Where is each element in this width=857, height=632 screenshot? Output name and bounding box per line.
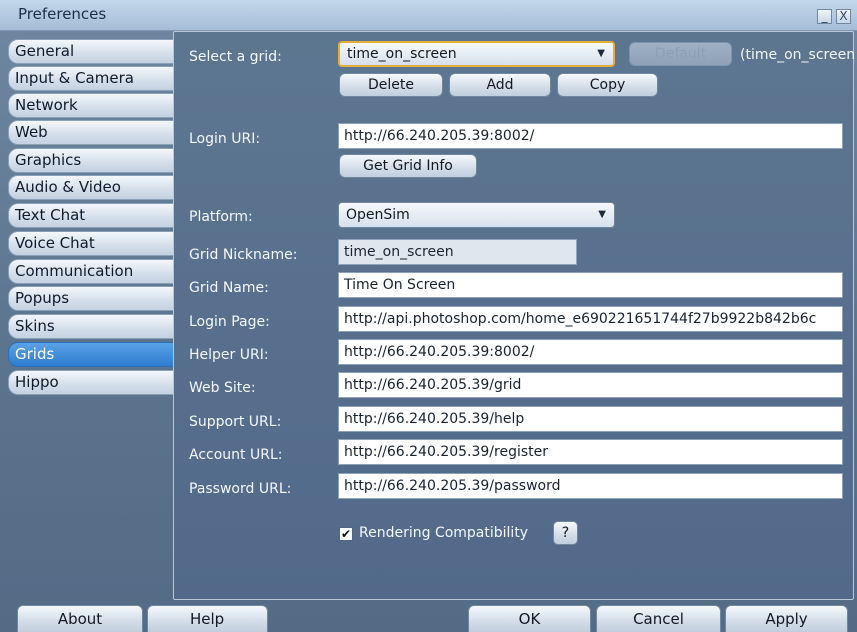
rendering-help-button[interactable]: ? [553,521,578,545]
tab-skins[interactable]: Skins [8,314,173,339]
grid-select-value: time_on_screen [347,46,457,62]
about-button[interactable]: About [17,605,143,632]
chevron-down-icon: ▼ [597,48,605,59]
add-button[interactable]: Add [449,73,551,97]
account-url-label: Account URL: [189,447,283,463]
password-url-field[interactable]: http://66.240.205.39/password [338,473,843,499]
tab-graphics[interactable]: Graphics [8,148,173,173]
tab-hippo[interactable]: Hippo [8,370,173,395]
support-url-label: Support URL: [189,414,282,430]
platform-select-value: OpenSim [346,207,410,223]
ok-button[interactable]: OK [468,605,591,632]
account-url-field[interactable]: http://66.240.205.39/register [338,439,843,465]
login-page-label: Login Page: [189,314,270,330]
cancel-button[interactable]: Cancel [596,605,721,632]
copy-button[interactable]: Copy [557,73,658,97]
close-button[interactable]: X [836,9,851,24]
grid-name-field[interactable]: Time On Screen [338,272,843,298]
window-title: Preferences [18,5,107,23]
helper-uri-field[interactable]: http://66.240.205.39:8002/ [338,339,843,365]
grid-nickname-label: Grid Nickname: [189,247,298,263]
rendering-compatibility-checkbox[interactable]: ✔ [339,527,353,541]
web-site-label: Web Site: [189,380,256,396]
chevron-down-icon: ▼ [598,209,606,220]
apply-button[interactable]: Apply [725,605,848,632]
web-site-field[interactable]: http://66.240.205.39/grid [338,372,843,398]
tab-text-chat[interactable]: Text Chat [8,203,173,228]
help-button[interactable]: Help [147,605,268,632]
rendering-compatibility-label: Rendering Compatibility [359,525,529,541]
minimize-button[interactable]: _ [817,9,832,24]
tab-audio-video[interactable]: Audio & Video [8,175,173,200]
delete-button[interactable]: Delete [339,73,443,97]
tab-communication[interactable]: Communication [8,259,173,284]
title-bar: Preferences _ X [0,0,857,31]
tab-grids[interactable]: Grids [8,342,173,367]
tab-input-camera[interactable]: Input & Camera [8,66,173,91]
get-grid-info-button[interactable]: Get Grid Info [339,154,477,178]
select-grid-label: Select a grid: [189,49,282,65]
login-uri-label: Login URI: [189,131,261,147]
helper-uri-label: Helper URI: [189,347,269,363]
grid-select[interactable]: time_on_screen ▼ [338,41,615,67]
login-uri-field[interactable]: http://66.240.205.39:8002/ [338,123,843,149]
current-grid-note: (time_on_screen [740,47,854,63]
platform-label: Platform: [189,209,253,225]
tab-general[interactable]: General [8,39,173,64]
grid-name-label: Grid Name: [189,280,269,296]
tab-voice-chat[interactable]: Voice Chat [8,231,173,256]
tab-popups[interactable]: Popups [8,286,173,311]
default-button[interactable]: Default [629,42,732,66]
password-url-label: Password URL: [189,481,292,497]
tab-web[interactable]: Web [8,120,173,145]
login-page-field[interactable]: http://api.photoshop.com/home_e690221651… [338,306,843,332]
tab-network[interactable]: Network [8,93,173,118]
platform-select[interactable]: OpenSim ▼ [338,202,615,228]
grid-nickname-field: time_on_screen [338,239,577,265]
support-url-field[interactable]: http://66.240.205.39/help [338,406,843,432]
